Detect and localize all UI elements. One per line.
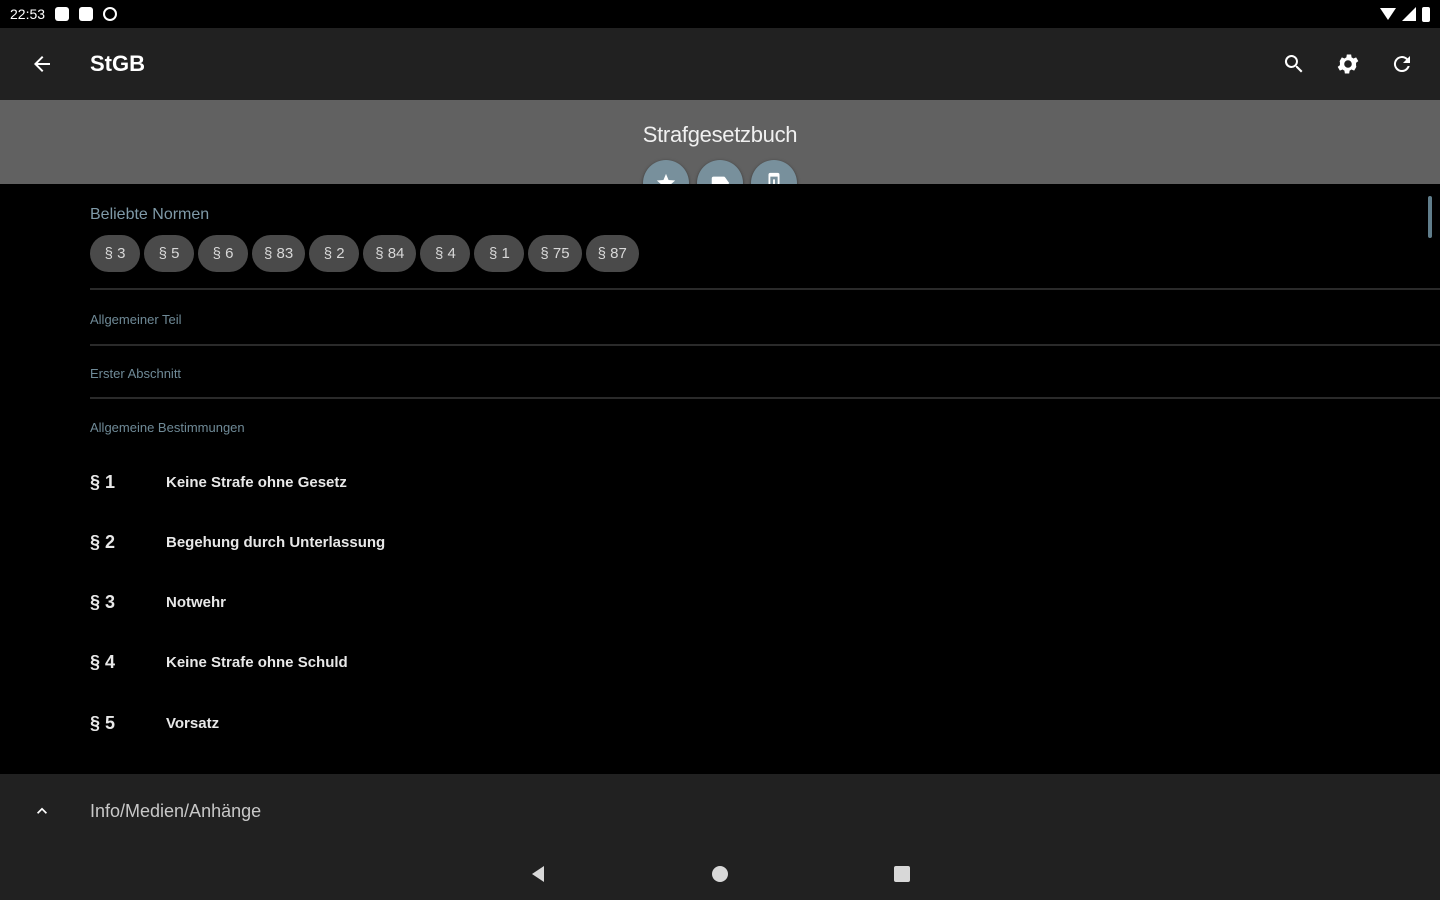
arrow-left-icon xyxy=(34,56,50,72)
norm-row[interactable]: § 4 Keine Strafe ohne Schuld xyxy=(90,642,1390,682)
norm-chip[interactable]: § 87 xyxy=(585,235,639,272)
norm-chip[interactable]: § 1 xyxy=(474,235,525,272)
info-label: Info/Medien/Anhänge xyxy=(90,800,262,821)
app-actions xyxy=(1274,44,1422,84)
refresh-icon xyxy=(1393,56,1410,73)
refresh-button[interactable] xyxy=(1382,44,1422,84)
norm-chip[interactable]: § 3 xyxy=(90,235,140,272)
norm-title: Keine Strafe ohne Gesetz xyxy=(166,473,347,491)
settings-button[interactable] xyxy=(1328,44,1368,84)
norm-chip[interactable]: § 2 xyxy=(309,235,360,272)
norm-chip[interactable]: § 83 xyxy=(252,235,306,272)
norm-title: Keine Strafe ohne Schuld xyxy=(166,653,348,671)
norm-title: Vorsatz xyxy=(166,714,220,732)
wifi-icon xyxy=(1380,8,1396,20)
square-recents-icon xyxy=(894,866,910,882)
norm-chip[interactable]: § 4 xyxy=(420,235,471,272)
norm-title: Begehung durch Unterlassung xyxy=(166,533,386,551)
gear-icon xyxy=(1337,54,1359,74)
signal-icon xyxy=(1402,7,1416,21)
nav-home-button[interactable] xyxy=(690,854,750,894)
popular-norms-label: Beliebte Normen xyxy=(90,206,210,223)
triangle-back-icon xyxy=(532,866,544,882)
expand-toggle[interactable] xyxy=(22,801,62,821)
status-right xyxy=(1380,6,1430,22)
popular-norms-chips: § 3 § 5 § 6 § 83 § 2 § 84 § 4 § 1 § 75 §… xyxy=(90,235,639,272)
notification-icon xyxy=(79,7,94,21)
section-title-label[interactable]: Allgemeine Bestimmungen xyxy=(90,420,245,435)
chevron-up-icon xyxy=(37,807,47,814)
norm-row[interactable]: § 1 Keine Strafe ohne Gesetz xyxy=(90,462,1390,502)
battery-icon xyxy=(1422,6,1430,22)
status-left: 22:53 xyxy=(10,6,118,22)
search-button[interactable] xyxy=(1274,44,1314,84)
app-bar: StGB xyxy=(0,28,1440,100)
divider xyxy=(90,397,1440,399)
norm-chip[interactable]: § 5 xyxy=(144,235,194,272)
notification-icon xyxy=(55,7,70,21)
nav-back-button[interactable] xyxy=(508,854,568,894)
section-chapter-label[interactable]: Erster Abschnitt xyxy=(90,366,181,381)
norm-row[interactable]: § 2 Begehung durch Unterlassung xyxy=(90,522,1390,562)
norm-chip[interactable]: § 75 xyxy=(528,235,582,272)
status-bar: 22:53 xyxy=(0,0,1440,28)
app-title: StGB xyxy=(90,51,145,76)
norm-chip[interactable]: § 84 xyxy=(363,235,417,272)
back-button[interactable] xyxy=(22,44,62,84)
nav-recents-button[interactable] xyxy=(872,854,932,894)
norm-number: § 1 xyxy=(90,471,116,492)
status-time: 22:53 xyxy=(10,6,46,22)
norm-chip[interactable]: § 6 xyxy=(198,235,248,272)
section-part-label[interactable]: Allgemeiner Teil xyxy=(90,312,182,327)
norm-row[interactable]: § 3 Notwehr xyxy=(90,582,1390,622)
info-bottom-sheet[interactable]: Info/Medien/Anhänge xyxy=(0,774,1440,848)
norm-number: § 2 xyxy=(90,531,116,552)
content-area[interactable]: Beliebte Normen § 3 § 5 § 6 § 83 § 2 § 8… xyxy=(0,184,1440,774)
norm-number: § 5 xyxy=(90,712,116,733)
search-icon xyxy=(1284,55,1303,73)
scrollbar[interactable] xyxy=(1428,196,1432,238)
system-nav-bar xyxy=(0,848,1440,900)
norm-row[interactable]: § 5 Vorsatz xyxy=(90,703,1390,743)
norm-title: Notwehr xyxy=(166,593,226,611)
norm-number: § 4 xyxy=(90,651,116,672)
circle-home-icon xyxy=(712,866,728,882)
divider xyxy=(90,344,1440,346)
norm-number: § 3 xyxy=(90,591,116,612)
divider xyxy=(90,288,1440,290)
sync-icon xyxy=(103,7,118,21)
